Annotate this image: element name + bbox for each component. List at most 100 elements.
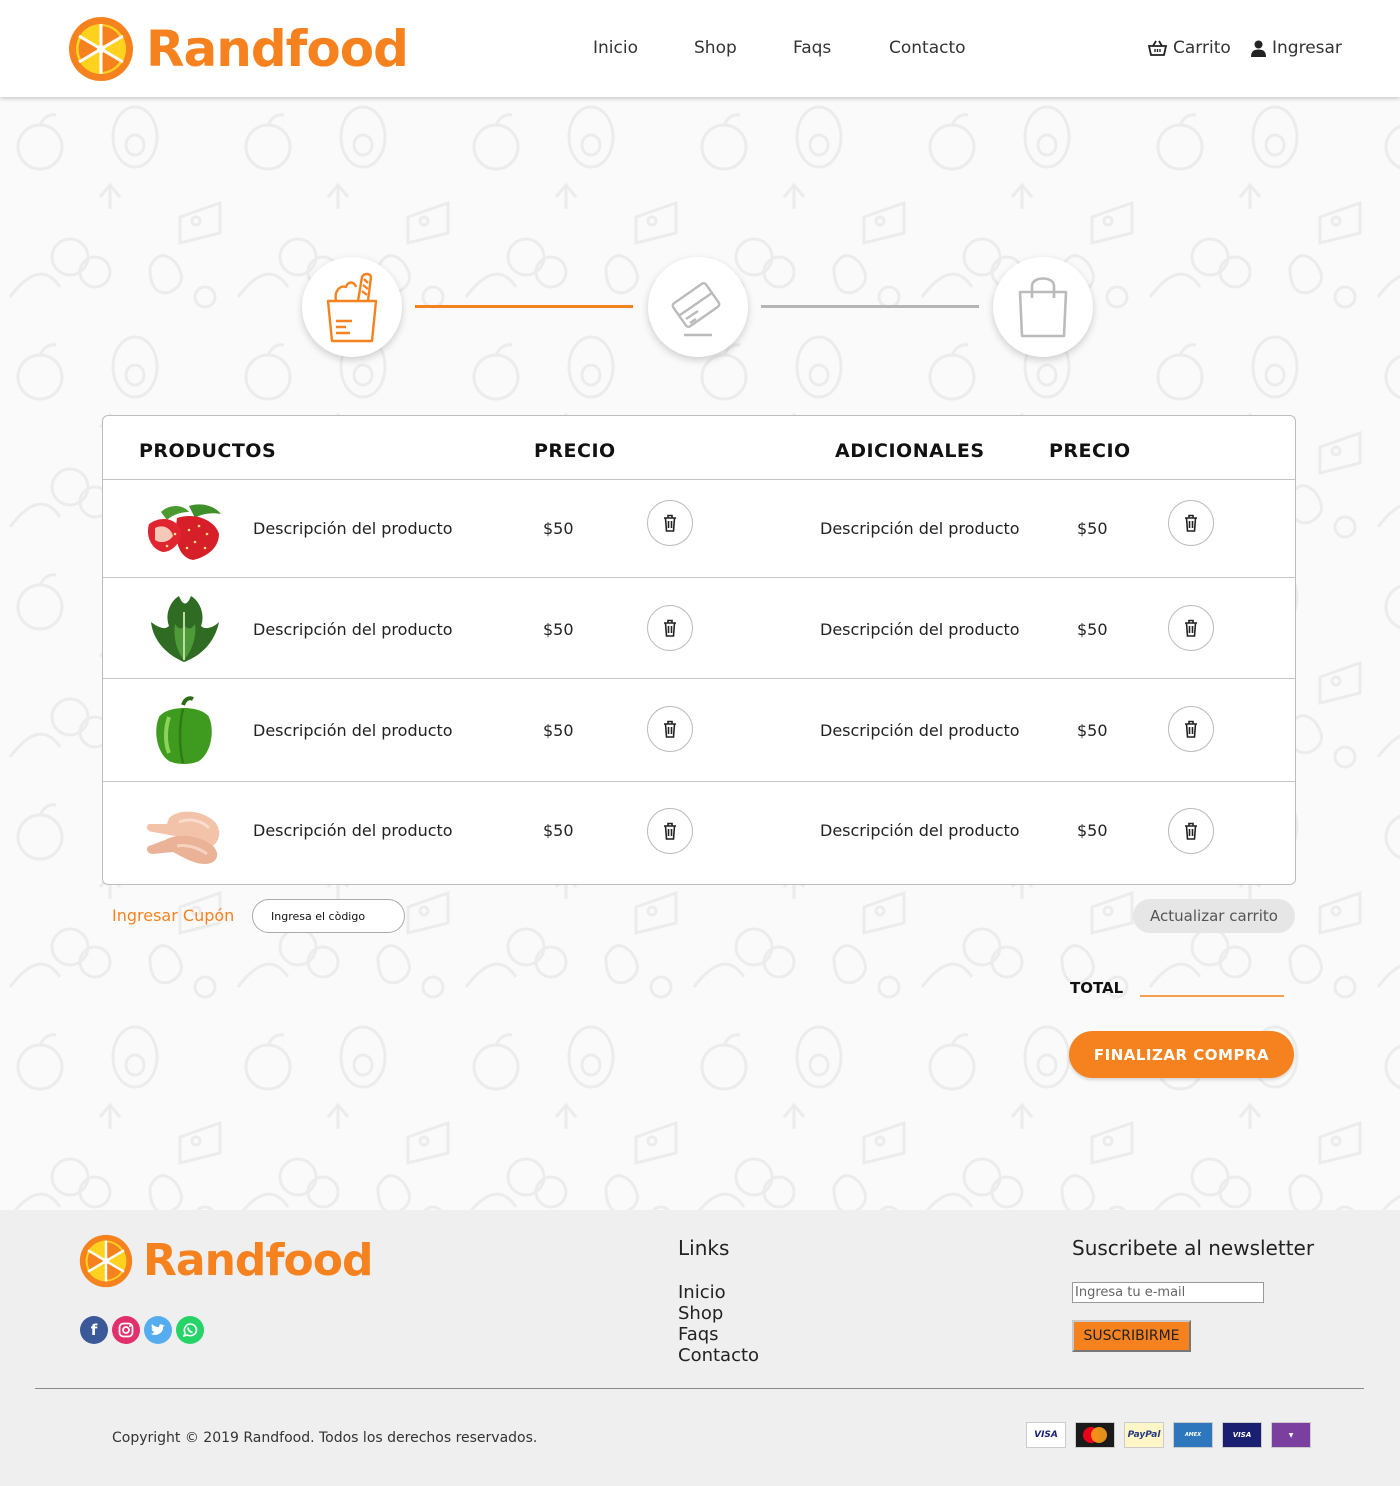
footer-link-faqs[interactable]: Faqs [678,1324,759,1345]
subscribe-button[interactable]: SUSCRIBIRME [1072,1320,1191,1352]
product-description: Descripción del producto [253,519,453,538]
chicken-legs-image [146,811,220,864]
visa-card-icon: VISA [1026,1422,1066,1448]
header-price: PRECIO [534,440,616,462]
green-pepper-image [156,696,212,764]
step-cart [302,257,402,357]
table-row: Descripción del producto $50 Descripción… [103,479,1295,577]
site-header: Randfood Inicio Shop Faqs Contacto Carri… [0,0,1400,97]
user-icon [1251,40,1266,57]
newsletter-title: Suscribete al newsletter [1072,1236,1315,1260]
delete-product-button[interactable] [647,500,693,546]
product-price: $50 [543,721,574,740]
trash-icon [664,619,676,637]
trash-icon [1185,514,1197,532]
strawberries-image [147,504,221,560]
step-payment [648,257,748,357]
laser-card-icon: ▼ [1271,1422,1311,1448]
visa-electron-icon: VISA [1222,1422,1262,1448]
footer-divider [35,1388,1364,1389]
grocery-bag-icon [326,272,378,343]
trash-icon [1185,720,1197,738]
cart-table: PRODUCTOS PRECIO ADICIONALES PRECIO Desc… [102,415,1296,885]
product-price: $50 [543,519,574,538]
header-extras-price: PRECIO [1049,440,1131,462]
footer-link-inicio[interactable]: Inicio [678,1282,759,1303]
extra-description: Descripción del producto [820,519,1020,538]
product-description: Descripción del producto [253,821,453,840]
nav-inicio[interactable]: Inicio [593,38,638,58]
facebook-icon[interactable]: f [80,1316,108,1344]
product-price: $50 [543,620,574,639]
amex-icon: AMEX [1173,1422,1213,1448]
brand-logo[interactable]: Randfood [68,16,409,82]
total-label: TOTAL [1070,979,1124,997]
login-link[interactable]: Ingresar [1251,38,1342,58]
extra-price: $50 [1077,519,1108,538]
credit-card-icon [671,282,721,337]
visa-label: VISA [1034,1430,1058,1440]
whatsapp-icon[interactable] [176,1316,204,1344]
delete-product-button[interactable] [647,808,693,854]
trash-icon [664,720,676,738]
paypal-icon: PayPal [1124,1422,1164,1448]
step-connector-1 [415,305,633,308]
instagram-icon[interactable] [112,1316,140,1344]
footer-link-shop[interactable]: Shop [678,1303,759,1324]
coupon-input[interactable] [252,899,405,933]
extra-description: Descripción del producto [820,620,1020,639]
step-connector-2 [761,305,979,308]
footer-links-title: Links [678,1236,730,1260]
extra-description: Descripción del producto [820,821,1020,840]
basket-icon [1148,40,1167,56]
nav-shop[interactable]: Shop [694,38,737,58]
header-extras: ADICIONALES [835,440,985,462]
delete-product-button[interactable] [647,605,693,651]
table-row: Descripción del producto $50 Descripción… [103,577,1295,678]
trash-icon [1185,619,1197,637]
coupon-label: Ingresar Cupón [112,906,235,925]
delete-extra-button[interactable] [1168,500,1214,546]
extra-price: $50 [1077,821,1108,840]
cart-link[interactable]: Carrito [1148,38,1231,58]
footer-brand-logo[interactable]: Randfood [79,1232,373,1290]
twitter-icon[interactable] [144,1316,172,1344]
copyright-text: Copyright © 2019 Randfood. Todos los der… [112,1430,538,1446]
paypal-label: PayPal [1127,1430,1161,1440]
shopping-bag-icon [1018,277,1068,338]
header-products: PRODUCTOS [139,440,277,462]
delete-extra-button[interactable] [1168,605,1214,651]
orange-slice-icon [69,17,133,81]
footer-link-contacto[interactable]: Contacto [678,1345,759,1366]
cart-section: PRODUCTOS PRECIO ADICIONALES PRECIO Desc… [0,97,1400,1210]
extra-price: $50 [1077,721,1108,740]
delete-extra-button[interactable] [1168,706,1214,752]
product-description: Descripción del producto [253,620,453,639]
footer-links: Inicio Shop Faqs Contacto [678,1282,759,1366]
total-value [1140,995,1284,997]
table-row: Descripción del producto $50 Descripción… [103,781,1295,884]
site-footer: Randfood f Links Inicio Shop Faqs Contac… [0,1210,1400,1486]
delete-product-button[interactable] [647,706,693,752]
orange-slice-icon [79,1234,133,1288]
extra-price: $50 [1077,620,1108,639]
footer-brand-name: Randfood [143,1235,373,1286]
newsletter-email-input[interactable] [1072,1282,1264,1303]
nav-contacto[interactable]: Contacto [889,38,966,58]
mastercard-icon [1075,1422,1115,1448]
lettuce-image [151,596,219,662]
delete-extra-button[interactable] [1168,808,1214,854]
checkout-button[interactable]: FINALIZAR COMPRA [1069,1031,1294,1078]
update-cart-button[interactable]: Actualizar carrito [1133,899,1295,933]
trash-icon [1185,822,1197,840]
product-price: $50 [543,821,574,840]
trash-icon [664,822,676,840]
product-description: Descripción del producto [253,721,453,740]
login-label: Ingresar [1272,38,1342,58]
cart-label: Carrito [1173,38,1231,58]
table-row: Descripción del producto $50 Descripción… [103,678,1295,781]
extra-description: Descripción del producto [820,721,1020,740]
brand-name: Randfood [146,20,409,78]
nav-faqs[interactable]: Faqs [793,38,831,58]
step-confirm [993,257,1093,357]
